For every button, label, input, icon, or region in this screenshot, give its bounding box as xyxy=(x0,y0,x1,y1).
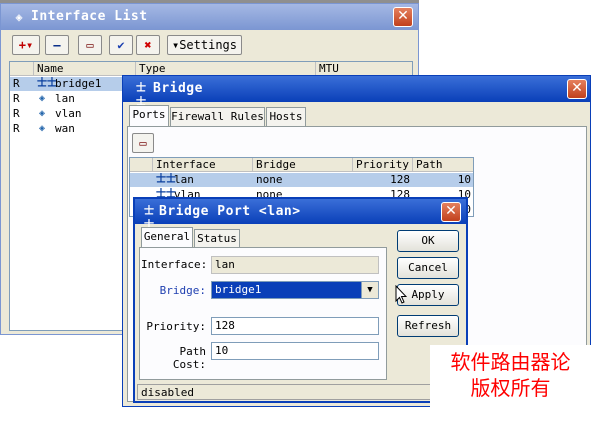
comment-button[interactable]: ▭ xyxy=(78,35,102,55)
bridge-icon: 士士 xyxy=(37,78,57,89)
row-flag: R xyxy=(13,122,20,135)
tab-general[interactable]: General xyxy=(141,227,193,248)
row-priority: 128 xyxy=(390,173,410,186)
close-icon[interactable]: ✕ xyxy=(441,202,461,222)
comment-button[interactable]: ▭ xyxy=(132,133,154,153)
bridge-label: Bridge: xyxy=(159,284,206,297)
column-priority[interactable]: Priority xyxy=(353,158,413,172)
bridge-icon: 士士 xyxy=(136,83,146,108)
priority-label: Priority: xyxy=(146,320,206,333)
priority-input[interactable]: 128 xyxy=(211,317,379,335)
column-mtu[interactable]: MTU xyxy=(316,62,412,76)
interface-list-titlebar[interactable]: ◈ Interface List ✕ xyxy=(1,4,418,30)
enable-button[interactable]: ✔ xyxy=(109,35,133,55)
interface-icon: ◈ xyxy=(15,10,23,24)
status-text: disabled xyxy=(141,386,194,399)
interface-list-title: Interface List xyxy=(31,9,148,24)
refresh-button[interactable]: Refresh xyxy=(397,315,459,337)
tab-hosts[interactable]: Hosts xyxy=(266,107,306,126)
bridge-icon: 士士 xyxy=(156,174,176,185)
interface-label: Interface: xyxy=(141,258,208,271)
bridge-title: Bridge xyxy=(153,81,203,96)
add-button[interactable]: +▾ xyxy=(12,35,40,55)
dropdown-arrow-icon[interactable]: ▼ xyxy=(361,282,378,298)
bridge-select[interactable]: bridge1 ▼ xyxy=(211,281,379,299)
row-name: vlan xyxy=(55,107,82,120)
disable-button[interactable]: ✖ xyxy=(136,35,160,55)
close-icon[interactable]: ✕ xyxy=(393,7,413,27)
column-name[interactable]: Name xyxy=(34,62,136,76)
bridge-icon: 士士 xyxy=(144,206,154,231)
cursor-icon xyxy=(395,285,407,304)
row-bridge: none xyxy=(256,173,283,186)
row-flag: R xyxy=(13,77,20,90)
column-flag[interactable] xyxy=(10,62,34,76)
bridge-port-titlebar[interactable]: 士士 Bridge Port <lan> ✕ xyxy=(135,199,466,231)
ok-button[interactable]: OK xyxy=(397,230,459,252)
row-interface: lan xyxy=(174,173,194,186)
close-icon[interactable]: ✕ xyxy=(567,79,587,99)
bridge-port-title: Bridge Port <lan> xyxy=(159,204,301,219)
column-type[interactable]: Type xyxy=(136,62,316,76)
interface-icon: ◈ xyxy=(39,123,46,134)
column-path-cost[interactable]: Path Cost xyxy=(413,158,473,184)
row-name: bridge1 xyxy=(55,77,102,90)
status-bar: disabled xyxy=(137,384,464,400)
interface-icon: ◈ xyxy=(39,93,46,104)
interface-icon: ◈ xyxy=(39,108,46,119)
remove-button[interactable]: — xyxy=(45,35,69,55)
path-cost-input[interactable]: 10 xyxy=(211,342,379,360)
column-spacer xyxy=(130,158,153,172)
path-cost-label: Path Cost: xyxy=(172,345,206,371)
bridge-titlebar[interactable]: 士士 Bridge ✕ xyxy=(123,76,590,108)
cancel-button[interactable]: Cancel xyxy=(397,257,459,279)
row-flag: R xyxy=(13,107,20,120)
row-flag: R xyxy=(13,92,20,105)
row-name: lan xyxy=(55,92,75,105)
column-bridge[interactable]: Bridge xyxy=(253,158,353,172)
tab-status[interactable]: Status xyxy=(194,229,240,248)
settings-button[interactable]: ▾Settings xyxy=(167,35,242,55)
bridge-select-value: bridge1 xyxy=(215,283,262,296)
column-interface[interactable]: Interface xyxy=(153,158,253,172)
watermark: 软件路由器论 版权所有 xyxy=(430,345,591,423)
watermark-line2: 版权所有 xyxy=(470,376,551,400)
row-path-cost: 10 xyxy=(457,173,471,186)
tab-firewall-rules[interactable]: Firewall Rules xyxy=(170,107,265,126)
table-row[interactable]: 士士 lan none 128 10 xyxy=(130,173,473,187)
interface-value: lan xyxy=(211,256,379,274)
watermark-line1: 软件路由器论 xyxy=(450,350,571,374)
row-name: wan xyxy=(55,122,75,135)
tab-ports[interactable]: Ports xyxy=(129,105,169,126)
bridge-port-dialog: 士士 Bridge Port <lan> ✕ General Status In… xyxy=(133,197,468,403)
